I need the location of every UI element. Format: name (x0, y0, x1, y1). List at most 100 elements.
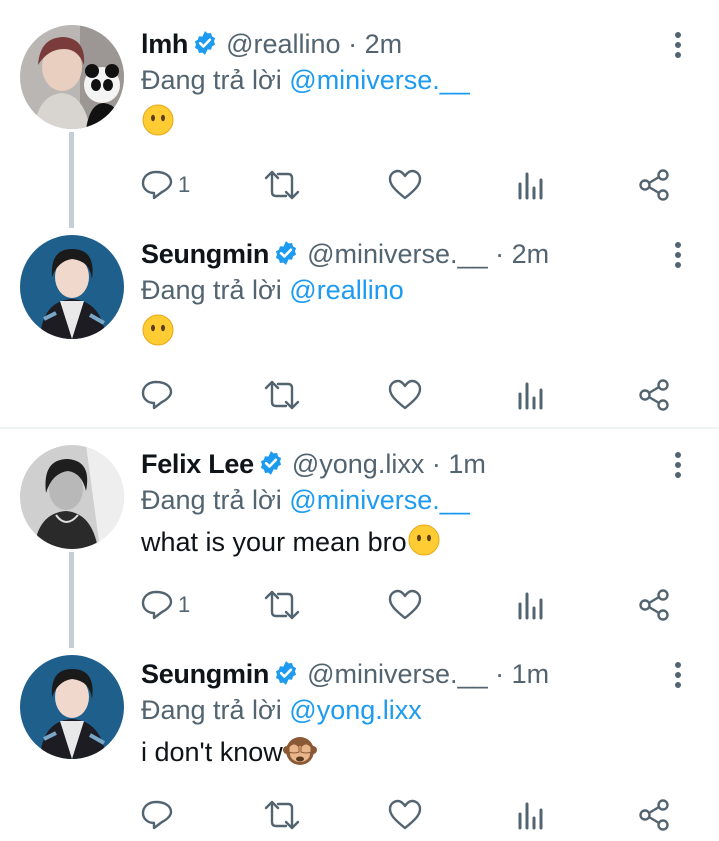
retweet-button[interactable] (262, 378, 302, 418)
user-handle[interactable]: @reallino (226, 29, 340, 59)
verified-badge-icon (276, 661, 297, 685)
analytics-icon (518, 592, 543, 620)
display-name[interactable]: lmh (141, 29, 188, 59)
like-button[interactable] (387, 798, 423, 838)
analytics-icon (518, 382, 543, 410)
avatar[interactable] (20, 235, 124, 339)
retweet-button[interactable] (262, 168, 302, 208)
mention-link[interactable]: @yong.lixx (289, 695, 421, 725)
analytics-button[interactable] (517, 588, 547, 628)
like-button[interactable] (387, 168, 423, 208)
timestamp[interactable]: 1m (512, 659, 550, 689)
user-handle[interactable]: @miniverse.__ (307, 659, 487, 689)
mention-link[interactable]: @miniverse.__ (289, 65, 469, 95)
more-options-icon[interactable] (664, 240, 692, 270)
like-button[interactable] (387, 588, 423, 628)
tweet-text (141, 102, 175, 142)
reply-button[interactable] (140, 798, 220, 838)
replying-to: Đang trả lời @reallino (141, 272, 404, 308)
reply-button[interactable]: 1 (140, 588, 220, 628)
replying-to-label: Đang trả lời (141, 485, 282, 515)
tweet[interactable]: Seungmin @miniverse.__ · 2m Đang trả lời … (0, 210, 719, 425)
verified-badge-icon (276, 241, 297, 265)
neutral-face-emoji-icon (142, 104, 174, 136)
separator-dot: · (495, 239, 505, 269)
retweet-icon (264, 800, 300, 830)
timestamp[interactable]: 2m (512, 239, 550, 269)
replying-to-label: Đang trả lời (141, 65, 282, 95)
tweet-header: lmh @reallino · 2m (141, 26, 402, 62)
neutral-face-emoji-icon (142, 314, 174, 346)
tweet-header: Felix Lee @yong.lixx · 1m (141, 446, 486, 482)
analytics-button[interactable] (517, 798, 547, 838)
tweet-text: i don't know (141, 732, 317, 772)
see-no-evil-monkey-emoji-icon (282, 737, 317, 765)
display-name[interactable]: Seungmin (141, 659, 269, 689)
user-handle[interactable]: @yong.lixx (292, 449, 424, 479)
tweet-text-content: i don't know (141, 737, 283, 767)
replying-to: Đang trả lời @miniverse.__ (141, 482, 470, 518)
avatar[interactable] (20, 655, 124, 759)
tweet-actions: 1 (0, 168, 719, 208)
timestamp[interactable]: 2m (365, 29, 403, 59)
tweet[interactable]: Seungmin @miniverse.__ · 1m Đang trả lời … (0, 630, 719, 841)
tweet-header: Seungmin @miniverse.__ · 2m (141, 236, 549, 272)
heart-icon (388, 379, 422, 410)
replying-to-label: Đang trả lời (141, 695, 282, 725)
user-handle[interactable]: @miniverse.__ (307, 239, 487, 269)
share-button[interactable] (637, 588, 671, 628)
reply-icon (141, 800, 173, 830)
share-icon (639, 589, 669, 621)
reply-icon (141, 170, 173, 200)
neutral-face-emoji-icon (408, 524, 440, 556)
tweet-text-content: what is your mean bro (141, 527, 407, 557)
share-icon (639, 799, 669, 831)
separator-dot: · (348, 29, 358, 59)
more-options-icon[interactable] (664, 450, 692, 480)
tweet-actions (0, 798, 719, 838)
mention-link[interactable]: @miniverse.__ (289, 485, 469, 515)
reply-icon (141, 380, 173, 410)
reply-button[interactable] (140, 378, 220, 418)
share-button[interactable] (637, 378, 671, 418)
verified-badge-icon (260, 451, 281, 475)
display-name[interactable]: Seungmin (141, 239, 269, 269)
retweet-button[interactable] (262, 798, 302, 838)
heart-icon (388, 799, 422, 830)
retweet-icon (264, 170, 300, 200)
reply-count: 1 (178, 172, 191, 197)
share-icon (639, 169, 669, 201)
replying-to-label: Đang trả lời (141, 275, 282, 305)
timestamp[interactable]: 1m (448, 449, 486, 479)
replying-to: Đang trả lời @miniverse.__ (141, 62, 470, 98)
tweet-text (141, 312, 175, 352)
avatar[interactable] (20, 25, 124, 129)
more-options-icon[interactable] (664, 660, 692, 690)
tweet[interactable]: lmh @reallino · 2m Đang trả lời @minivers… (0, 0, 719, 215)
analytics-button[interactable] (517, 168, 547, 208)
analytics-button[interactable] (517, 378, 547, 418)
reply-button[interactable]: 1 (140, 168, 220, 208)
avatar[interactable] (20, 445, 124, 549)
tweet-actions (0, 378, 719, 418)
mention-link[interactable]: @reallino (289, 275, 403, 305)
analytics-icon (518, 802, 543, 830)
tweet-text: what is your mean bro (141, 522, 441, 562)
analytics-icon (518, 172, 543, 200)
display-name[interactable]: Felix Lee (141, 449, 254, 479)
retweet-button[interactable] (262, 588, 302, 628)
share-button[interactable] (637, 798, 671, 838)
share-icon (639, 379, 669, 411)
separator-dot: · (431, 449, 441, 479)
replying-to: Đang trả lời @yong.lixx (141, 692, 422, 728)
share-button[interactable] (637, 168, 671, 208)
separator-dot: · (495, 659, 505, 689)
more-options-icon[interactable] (664, 30, 692, 60)
heart-icon (388, 169, 422, 200)
tweet-header: Seungmin @miniverse.__ · 1m (141, 656, 549, 692)
retweet-icon (264, 380, 300, 410)
reply-count: 1 (178, 592, 191, 617)
tweet[interactable]: Felix Lee @yong.lixx · 1m Đang trả lời @m… (0, 420, 719, 635)
retweet-icon (264, 590, 300, 620)
like-button[interactable] (387, 378, 423, 418)
